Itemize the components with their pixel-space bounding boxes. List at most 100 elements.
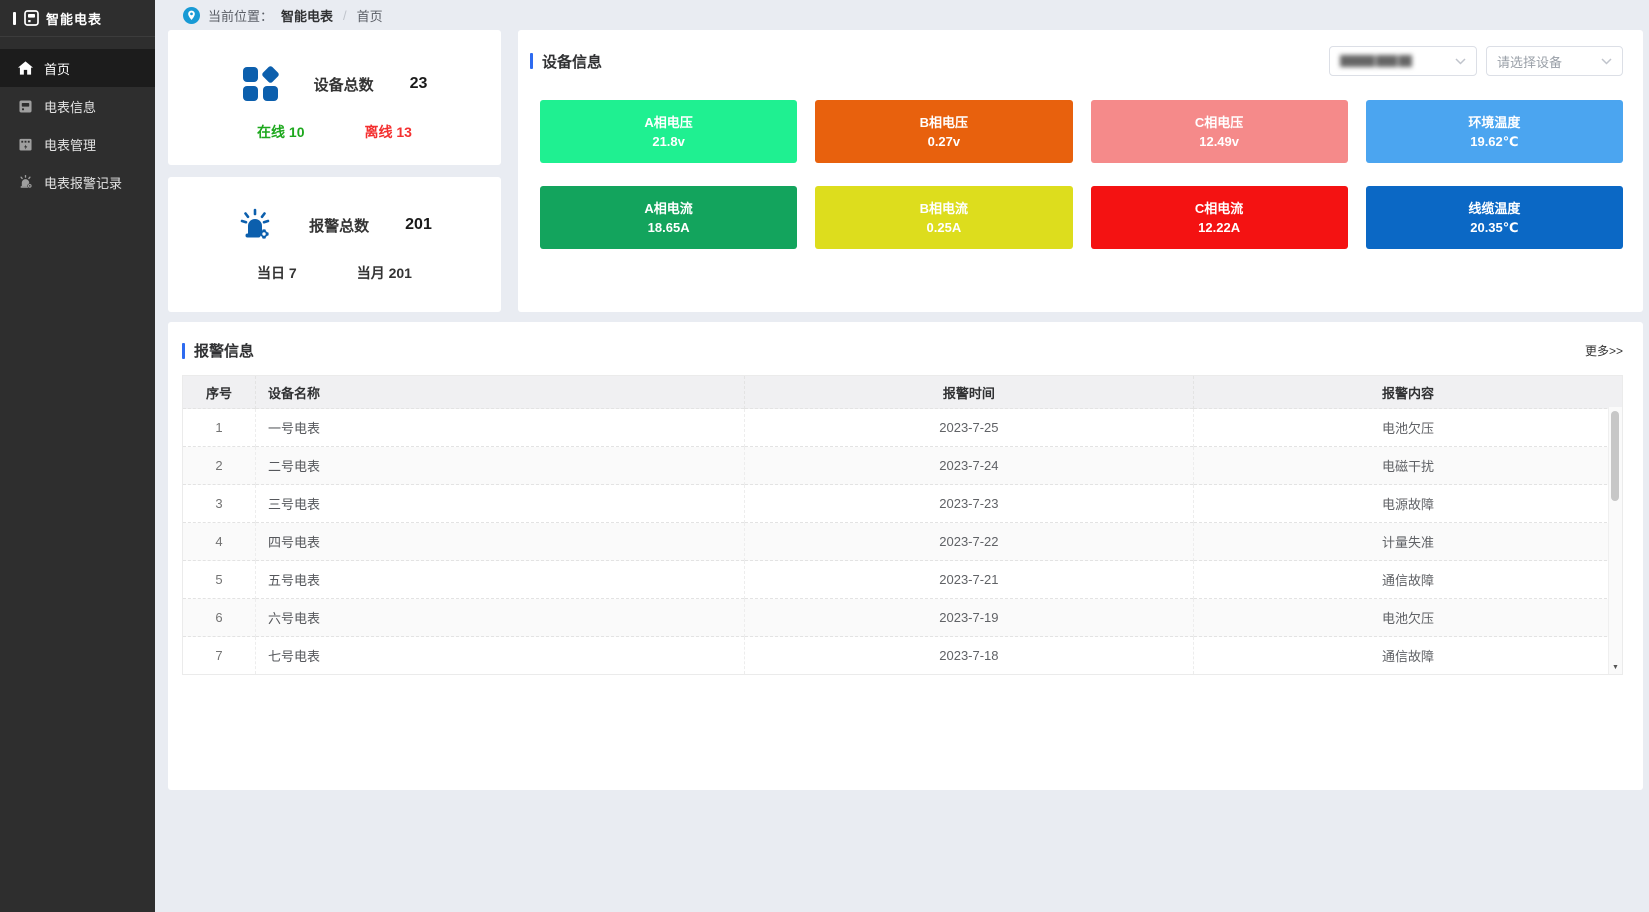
alarm-info-panel: 报警信息 更多>> 序号 设备名称 报警时间 报警内容 1一号电表 2023-7-… — [168, 322, 1643, 790]
breadcrumb-separator: / — [343, 8, 347, 23]
sidebar-item-label: 电表报警记录 — [44, 173, 122, 192]
cell-alarm-time: 2023-7-19 — [744, 599, 1193, 637]
tile-value: 0.25A — [927, 218, 962, 237]
metric-tiles-grid: A相电压21.8v B相电压0.27v C相电压12.49v 环境温度19.62℃ A相… — [540, 100, 1623, 249]
region-select[interactable]: █████ ███ ██ — [1329, 46, 1477, 76]
sidebar-item-label: 电表管理 — [44, 135, 96, 154]
chevron-down-icon — [1455, 58, 1466, 65]
alarm-table-body: 1一号电表2023-7-25电池欠压2二号电表2023-7-24电磁干扰3三号电… — [183, 409, 1622, 675]
cell-alarm-content: 电磁干扰 — [1193, 447, 1622, 485]
cell-index: 1 — [183, 409, 256, 447]
device-select[interactable]: 请选择设备 — [1486, 46, 1623, 76]
meter-manage-icon — [17, 138, 33, 151]
tile-label: B相电压 — [920, 113, 968, 132]
cell-device-name: 五号电表 — [256, 561, 745, 599]
cell-device-name: 七号电表 — [256, 637, 745, 675]
tile-value: 18.65A — [648, 218, 690, 237]
metric-tile-2: B相电压0.27v — [815, 100, 1072, 163]
alarm-table-wrap: 序号 设备名称 报警时间 报警内容 1一号电表2023-7-25电池欠压2二号电… — [182, 375, 1623, 675]
breadcrumb-app[interactable]: 智能电表 — [281, 6, 333, 25]
device-status-row: 在线 10 离线 13 — [168, 122, 501, 142]
table-scrollbar[interactable]: ▼ — [1608, 407, 1622, 674]
cell-device-name: 六号电表 — [256, 599, 745, 637]
alarm-total-card: 报警总数 201 当日 7 当月 201 — [168, 177, 501, 312]
tile-value: 20.35℃ — [1470, 218, 1518, 237]
tile-label: 线缆温度 — [1468, 199, 1520, 218]
cell-alarm-time: 2023-7-23 — [744, 485, 1193, 523]
col-alarm-time: 报警时间 — [744, 376, 1193, 409]
device-total-card: 设备总数 23 在线 10 离线 13 — [168, 30, 501, 165]
meter-info-icon — [17, 100, 33, 113]
table-row: 6六号电表2023-7-19电池欠压 — [183, 599, 1622, 637]
top-section: 设备总数 23 在线 10 离线 13 — [168, 30, 1643, 312]
device-panel-title: 设备信息 — [542, 51, 602, 72]
cell-device-name: 二号电表 — [256, 447, 745, 485]
breadcrumb: 当前位置： 智能电表 / 首页 — [168, 0, 1643, 30]
cell-device-name: 四号电表 — [256, 523, 745, 561]
alarm-panel-header: 报警信息 更多>> — [182, 340, 1623, 361]
alarm-period-row: 当日 7 当月 201 — [168, 263, 501, 283]
chevron-down-icon — [1601, 58, 1612, 65]
col-index: 序号 — [183, 376, 256, 409]
cell-index: 4 — [183, 523, 256, 561]
cell-device-name: 一号电表 — [256, 409, 745, 447]
tile-value: 12.49v — [1199, 132, 1239, 151]
online-count: 在线 10 — [257, 122, 304, 142]
scrollbar-down-arrow[interactable]: ▼ — [1609, 661, 1622, 674]
more-link[interactable]: 更多>> — [1585, 342, 1623, 359]
sidebar-item-meter-info[interactable]: 电表信息 — [0, 87, 155, 125]
col-device-name: 设备名称 — [256, 376, 745, 409]
sidebar-item-label: 电表信息 — [44, 97, 96, 116]
alarm-today: 当日 7 — [257, 263, 297, 283]
device-total-value: 23 — [410, 75, 428, 93]
sidebar: 智能电表 首页 电表信息 电表管理 — [0, 0, 155, 912]
metric-tile-4: 环境温度19.62℃ — [1366, 100, 1623, 163]
sidebar-item-home[interactable]: 首页 — [0, 49, 155, 87]
metric-tile-3: C相电压12.49v — [1091, 100, 1348, 163]
device-total-row: 设备总数 23 — [168, 66, 501, 102]
metric-tile-8: 线缆温度20.35℃ — [1366, 186, 1623, 249]
cell-alarm-content: 通信故障 — [1193, 637, 1622, 675]
alarm-panel-title: 报警信息 — [194, 340, 254, 361]
breadcrumb-current: 首页 — [357, 6, 383, 25]
device-info-panel: 设备信息 █████ ███ ██ 请选择设备 — [518, 30, 1643, 312]
cell-alarm-content: 通信故障 — [1193, 561, 1622, 599]
device-total-label: 设备总数 — [314, 74, 374, 95]
location-pin-icon — [183, 7, 200, 24]
tile-label: A相电压 — [644, 113, 692, 132]
cell-alarm-content: 电池欠压 — [1193, 599, 1622, 637]
sidebar-item-label: 首页 — [44, 59, 70, 78]
table-row: 7七号电表2023-7-18通信故障 — [183, 637, 1622, 675]
scrollbar-thumb[interactable] — [1611, 411, 1619, 501]
device-select-placeholder: 请选择设备 — [1497, 52, 1562, 71]
tile-label: C相电流 — [1195, 199, 1243, 218]
cell-index: 2 — [183, 447, 256, 485]
cell-alarm-time: 2023-7-21 — [744, 561, 1193, 599]
alarm-table: 序号 设备名称 报警时间 报警内容 1一号电表2023-7-25电池欠压2二号电… — [183, 376, 1622, 674]
metric-tile-1: A相电压21.8v — [540, 100, 797, 163]
cell-alarm-time: 2023-7-22 — [744, 523, 1193, 561]
breadcrumb-prefix: 当前位置： — [208, 6, 273, 25]
siren-icon — [237, 207, 273, 243]
col-alarm-content: 报警内容 — [1193, 376, 1622, 409]
metric-tile-7: C相电流12.22A — [1091, 186, 1348, 249]
app-root: 智能电表 首页 电表信息 电表管理 — [0, 0, 1649, 912]
tile-label: A相电流 — [644, 199, 692, 218]
cell-index: 3 — [183, 485, 256, 523]
alarm-total-label: 报警总数 — [309, 215, 369, 236]
cell-index: 6 — [183, 599, 256, 637]
device-panel-header: 设备信息 █████ ███ ██ 请选择设备 — [530, 46, 1623, 76]
title-accent-bar — [530, 53, 533, 69]
alarm-month: 当月 201 — [357, 263, 412, 283]
cell-alarm-content: 电源故障 — [1193, 485, 1622, 523]
cell-alarm-content: 计量失准 — [1193, 523, 1622, 561]
cell-alarm-time: 2023-7-18 — [744, 637, 1193, 675]
tile-value: 19.62℃ — [1470, 132, 1518, 151]
sidebar-item-alarm-records[interactable]: 电表报警记录 — [0, 163, 155, 201]
sidebar-item-meter-manage[interactable]: 电表管理 — [0, 125, 155, 163]
cell-index: 7 — [183, 637, 256, 675]
tile-label: B相电流 — [920, 199, 968, 218]
device-selectors: █████ ███ ██ 请选择设备 — [1329, 46, 1623, 76]
title-accent-bar — [182, 343, 185, 359]
app-logo: 智能电表 — [0, 0, 155, 37]
